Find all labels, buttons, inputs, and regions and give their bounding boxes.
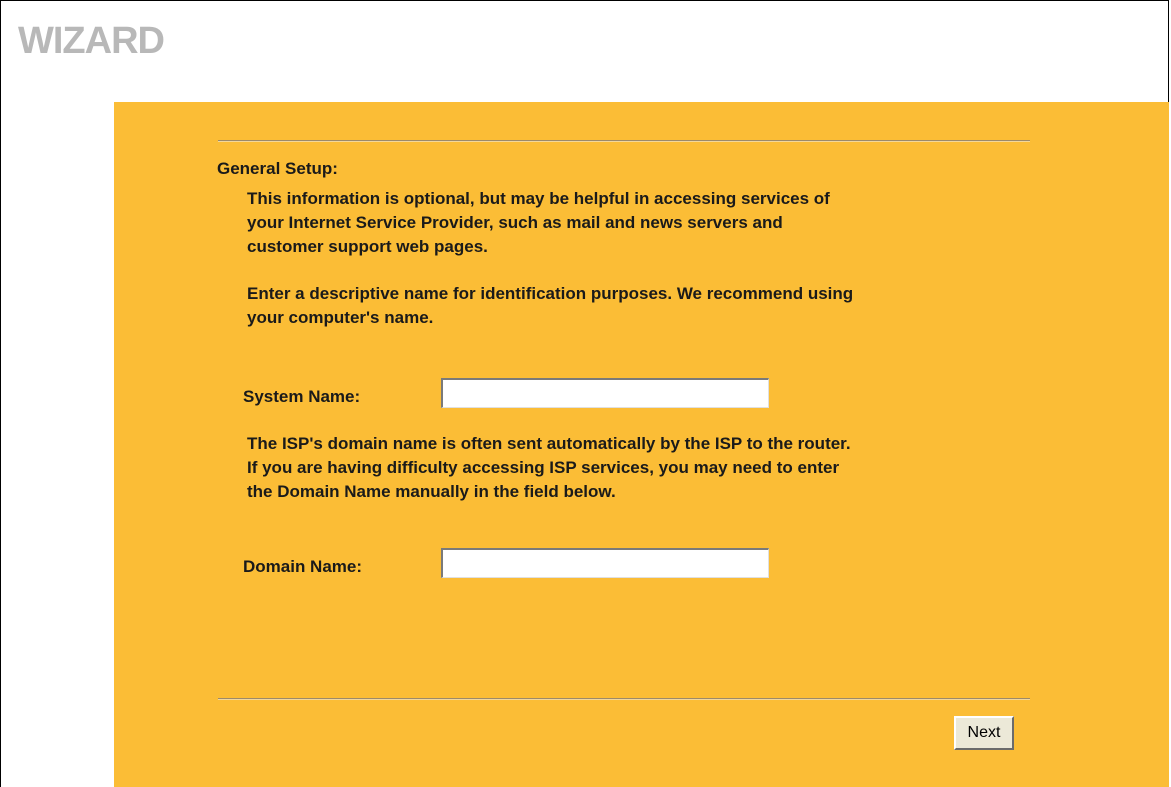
intro-text-line-1: This information is optional, but may be… [247, 189, 830, 208]
section-title: General Setup: [217, 159, 338, 178]
intro-text-line-2: your Internet Service Provider, such as … [247, 213, 783, 232]
system-name-input[interactable] [441, 378, 769, 408]
next-button[interactable]: Next [954, 716, 1014, 750]
domain-hint-line-2: If you are having difficulty accessing I… [247, 458, 840, 477]
domain-hint-line-1: The ISP's domain name is often sent auto… [247, 434, 851, 453]
bottom-divider [218, 698, 1030, 700]
top-divider [218, 140, 1030, 142]
domain-name-label: Domain Name: [243, 557, 363, 576]
wizard-panel: General Setup: This information is optio… [114, 102, 1169, 787]
domain-name-input[interactable] [441, 548, 769, 578]
system-name-label: System Name: [243, 387, 361, 406]
name-hint-line-1: Enter a descriptive name for identificat… [247, 284, 854, 303]
intro-text-line-3: customer support web pages. [247, 237, 488, 256]
domain-hint-line-3: the Domain Name manually in the field be… [247, 482, 616, 501]
name-hint-line-2: your computer's name. [247, 308, 434, 327]
page-title: WIZARD [18, 20, 165, 62]
